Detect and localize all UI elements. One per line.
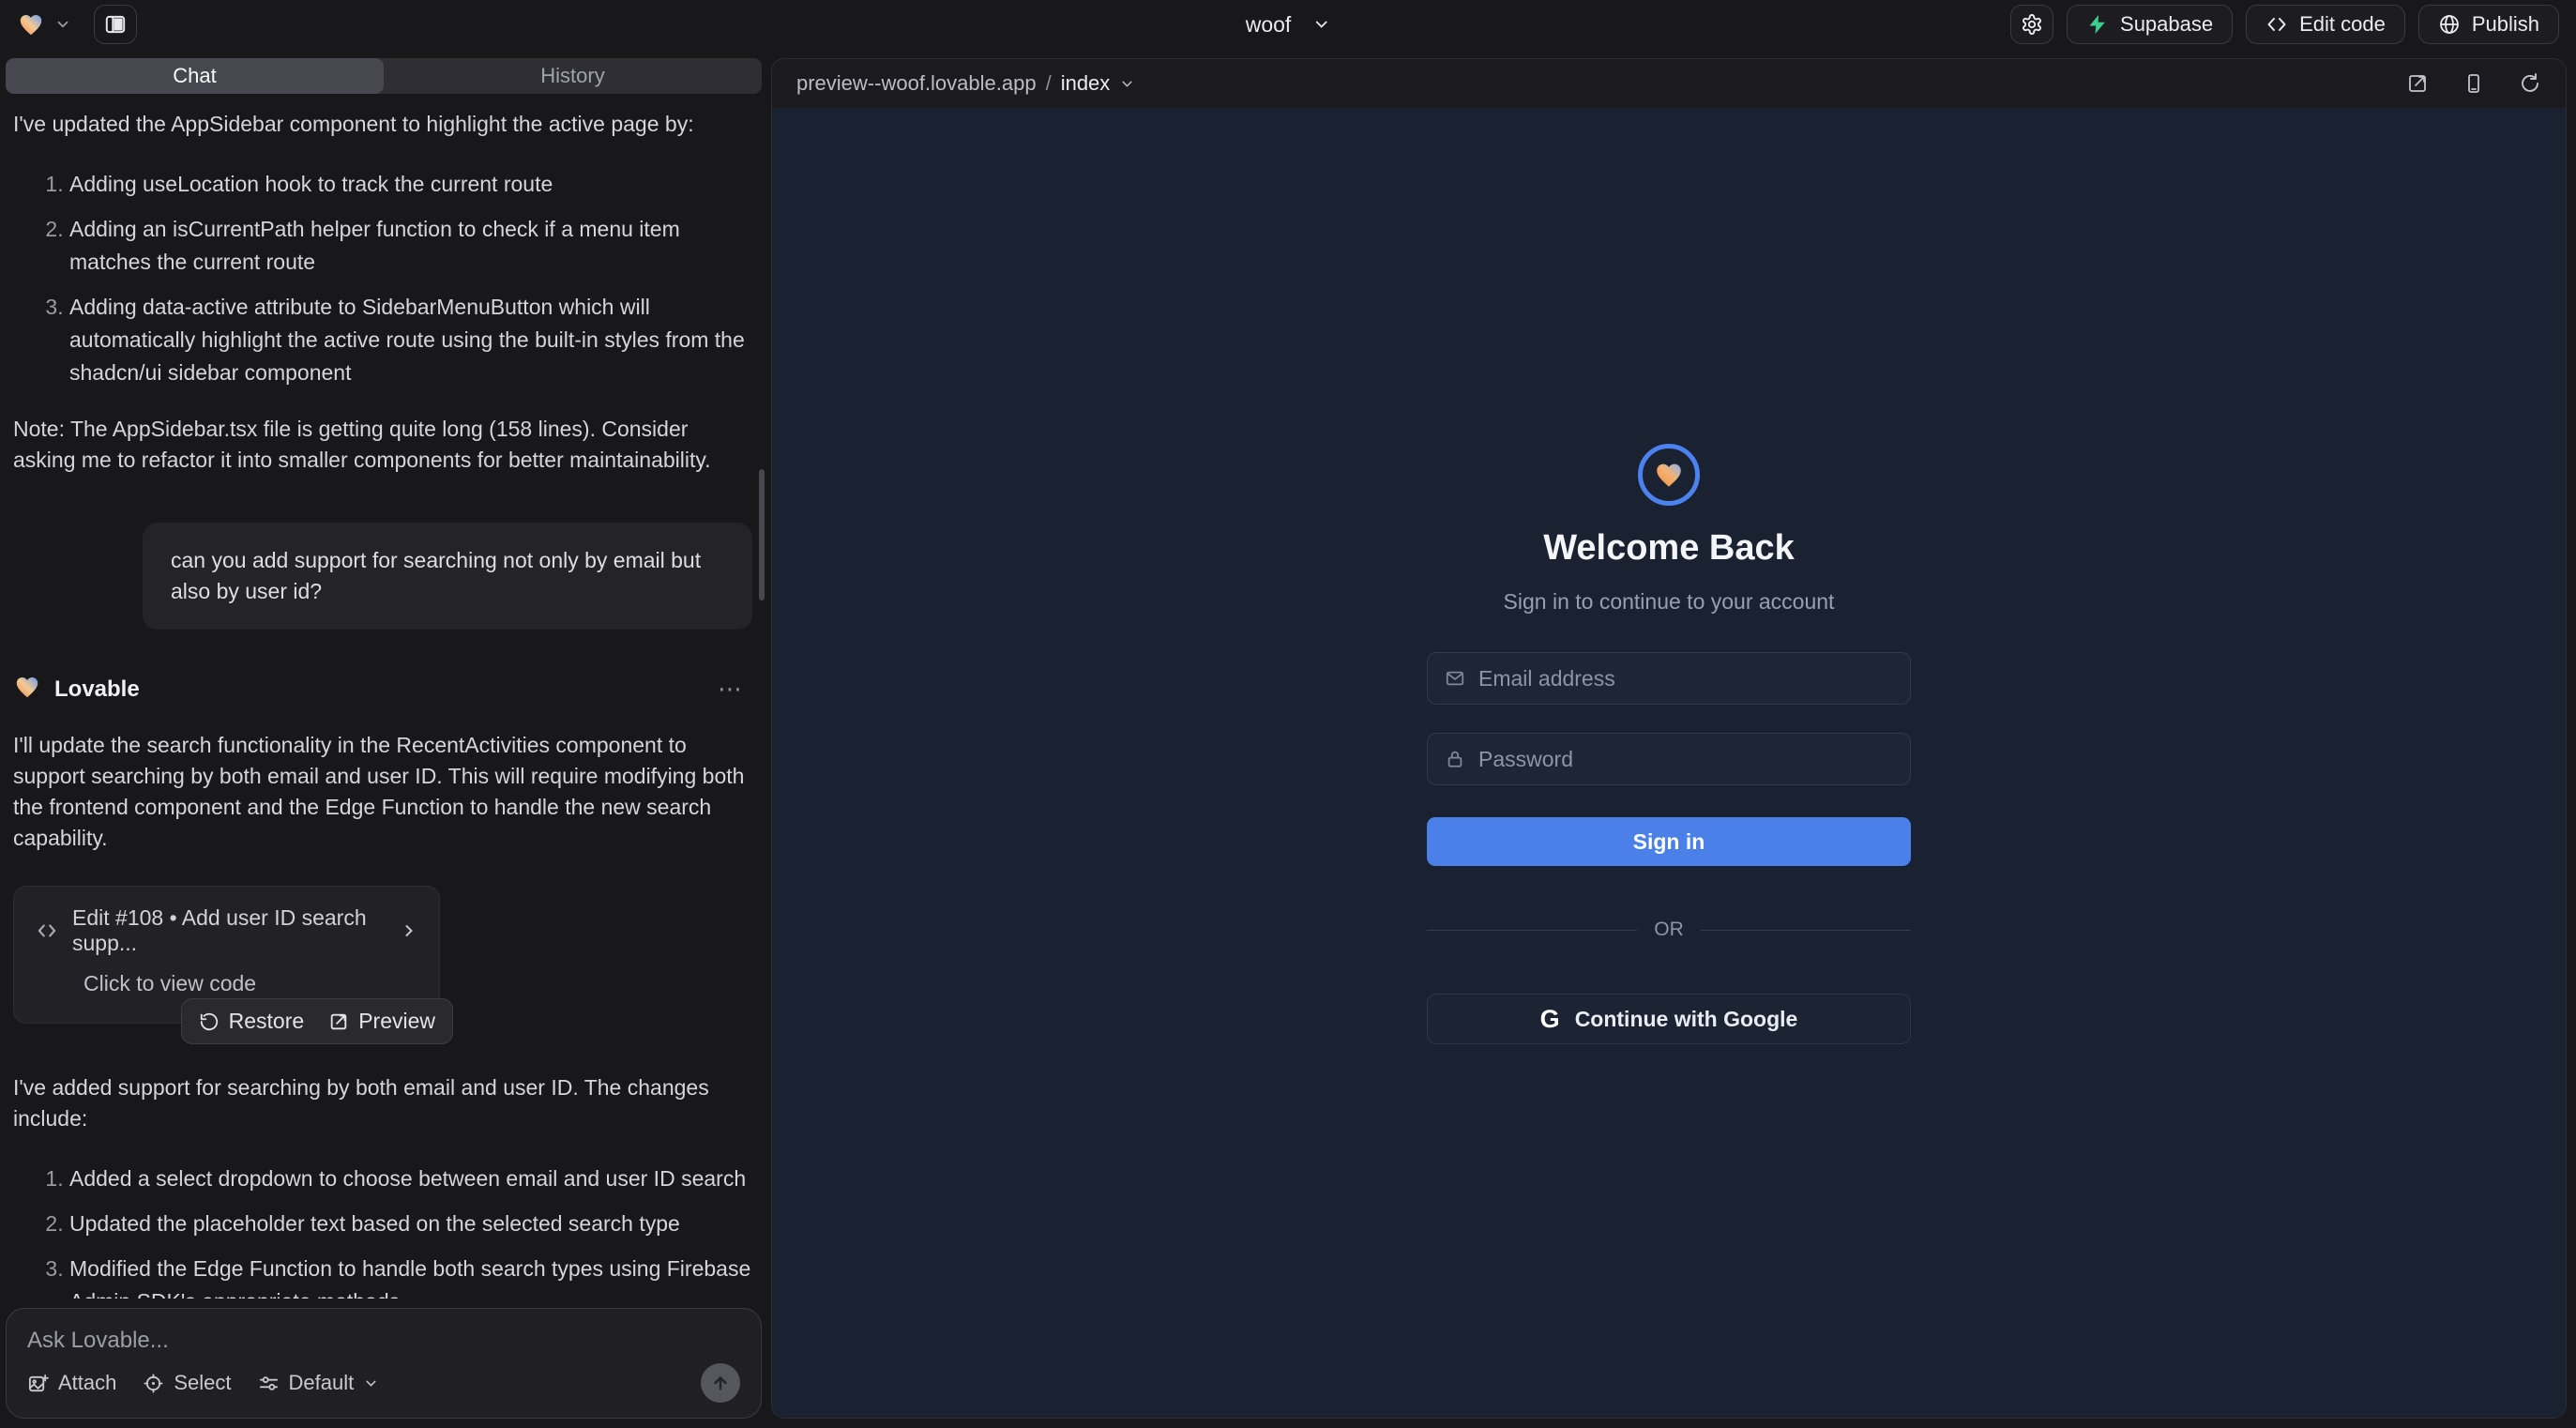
phone-icon (2462, 72, 2485, 95)
refresh-icon (2519, 72, 2541, 95)
lovable-avatar-heart-icon (13, 673, 41, 706)
project-switcher[interactable]: woof (1246, 0, 1331, 49)
chevron-right-icon (400, 921, 418, 940)
mode-selector[interactable]: Default (258, 1371, 380, 1395)
assistant-name: Lovable (54, 676, 140, 703)
preview-iframe-content: Welcome Back Sign in to continue to your… (772, 108, 2566, 1418)
project-name: woof (1246, 12, 1292, 38)
password-field-wrap (1427, 733, 1911, 785)
preview-url-separator: / (1046, 71, 1052, 96)
chat-panel: Chat History I've updated the AppSidebar… (0, 49, 767, 1428)
external-link-icon (328, 1011, 349, 1032)
edit-card-wrap: Edit #108 • Add user ID search supp... C… (13, 886, 440, 1024)
list-item: Modified the Edge Function to handle bot… (69, 1253, 752, 1299)
topbar: woof Supabase Edit code (0, 0, 2576, 49)
lock-icon (1445, 749, 1465, 769)
divider-line (1701, 930, 1911, 931)
email-input[interactable] (1478, 666, 1893, 691)
arrow-up-icon (710, 1373, 731, 1393)
auth-page-title: Welcome Back (1543, 528, 1795, 569)
continue-with-google-button[interactable]: G Continue with Google (1427, 994, 1911, 1044)
project-chevron-down-icon (1311, 15, 1330, 34)
restore-icon (199, 1011, 220, 1032)
user-message-bubble: can you add support for searching not on… (143, 523, 752, 630)
divider-label: OR (1654, 919, 1684, 941)
lovable-logo-heart-icon[interactable] (17, 10, 45, 38)
google-g-icon: G (1540, 1005, 1560, 1034)
assistant-message-text: I've updated the AppSidebar component to… (13, 109, 752, 140)
assistant-numbered-list: Added a select dropdown to choose betwee… (13, 1162, 752, 1299)
chat-composer: Attach Select Default (6, 1308, 762, 1419)
mail-icon (1445, 668, 1465, 689)
email-field-wrap (1427, 652, 1911, 705)
google-button-label: Continue with Google (1575, 1007, 1798, 1032)
assistant-message-text: I'll update the search functionality in … (13, 730, 752, 854)
external-link-icon (2406, 72, 2429, 95)
chat-input[interactable] (27, 1328, 740, 1360)
refresh-button[interactable] (2519, 72, 2541, 95)
chat-message-list[interactable]: I've updated the AppSidebar component to… (0, 94, 767, 1299)
globe-icon (2438, 13, 2461, 36)
supabase-bolt-icon (2086, 13, 2109, 36)
preview-url-selector[interactable]: preview--woof.lovable.app / index (796, 71, 1135, 96)
toggle-sidebar-button[interactable] (94, 5, 137, 44)
list-item: Adding data-active attribute to SidebarM… (69, 291, 752, 389)
list-item: Adding useLocation hook to track the cur… (69, 168, 752, 201)
list-item: Adding an isCurrentPath helper function … (69, 213, 752, 279)
chat-scrollbar-thumb[interactable] (759, 469, 765, 600)
preview-header: preview--woof.lovable.app / index (772, 59, 2566, 108)
assistant-header: Lovable ⋯ (13, 673, 752, 706)
auth-page-subtitle: Sign in to continue to your account (1504, 589, 1835, 615)
heart-logo-icon (1653, 459, 1685, 491)
edit-code-label: Edit code (2299, 12, 2386, 37)
select-element-button[interactable]: Select (143, 1371, 231, 1395)
edit-card-title: Edit #108 • Add user ID search supp... (72, 905, 386, 956)
edit-card-subtitle: Click to view code (83, 971, 418, 996)
open-in-new-tab-button[interactable] (2406, 72, 2429, 95)
password-input[interactable] (1478, 747, 1893, 772)
assistant-message-text: I've added support for searching by both… (13, 1072, 752, 1134)
settings-button[interactable] (2010, 5, 2053, 44)
preview-panel: preview--woof.lovable.app / index (771, 58, 2567, 1419)
chevron-down-icon (363, 1375, 379, 1391)
preview-url-domain: preview--woof.lovable.app (796, 71, 1037, 96)
code-icon (2265, 13, 2288, 36)
restore-button[interactable]: Restore (199, 1009, 305, 1034)
preview-button[interactable]: Preview (328, 1009, 435, 1034)
supabase-label: Supabase (2120, 12, 2213, 37)
supabase-button[interactable]: Supabase (2067, 5, 2233, 44)
attach-button[interactable]: Attach (27, 1371, 116, 1395)
tab-history[interactable]: History (384, 58, 762, 94)
sign-in-button[interactable]: Sign in (1427, 817, 1911, 866)
assistant-note-text: Note: The AppSidebar.tsx file is getting… (13, 414, 752, 476)
message-more-menu[interactable]: ⋯ (718, 675, 745, 704)
preview-url-path: index (1061, 71, 1111, 96)
attach-image-icon (27, 1373, 49, 1394)
edit-card-actions: Restore Preview (181, 998, 453, 1044)
chevron-down-icon (1119, 76, 1135, 92)
list-item: Added a select dropdown to choose betwee… (69, 1162, 752, 1195)
gear-icon (2021, 13, 2043, 36)
divider-line (1427, 930, 1637, 931)
send-button[interactable] (701, 1363, 740, 1403)
auth-logo-ring (1638, 444, 1700, 506)
assistant-numbered-list: Adding useLocation hook to track the cur… (13, 168, 752, 389)
publish-label: Publish (2472, 12, 2539, 37)
tab-chat[interactable]: Chat (6, 58, 384, 94)
chat-history-tabs: Chat History (6, 58, 762, 94)
project-menu-chevron-down-icon[interactable] (54, 16, 71, 33)
main-split: Chat History I've updated the AppSidebar… (0, 49, 2576, 1428)
code-icon (35, 919, 59, 943)
publish-button[interactable]: Publish (2418, 5, 2559, 44)
panel-left-icon (103, 12, 128, 37)
mobile-view-button[interactable] (2462, 72, 2485, 95)
list-item: Updated the placeholder text based on th… (69, 1208, 752, 1240)
auth-card: Welcome Back Sign in to continue to your… (1427, 444, 1911, 1044)
select-target-icon (143, 1373, 164, 1394)
sliders-icon (258, 1373, 280, 1394)
edit-code-button[interactable]: Edit code (2246, 5, 2405, 44)
or-divider: OR (1427, 919, 1911, 941)
